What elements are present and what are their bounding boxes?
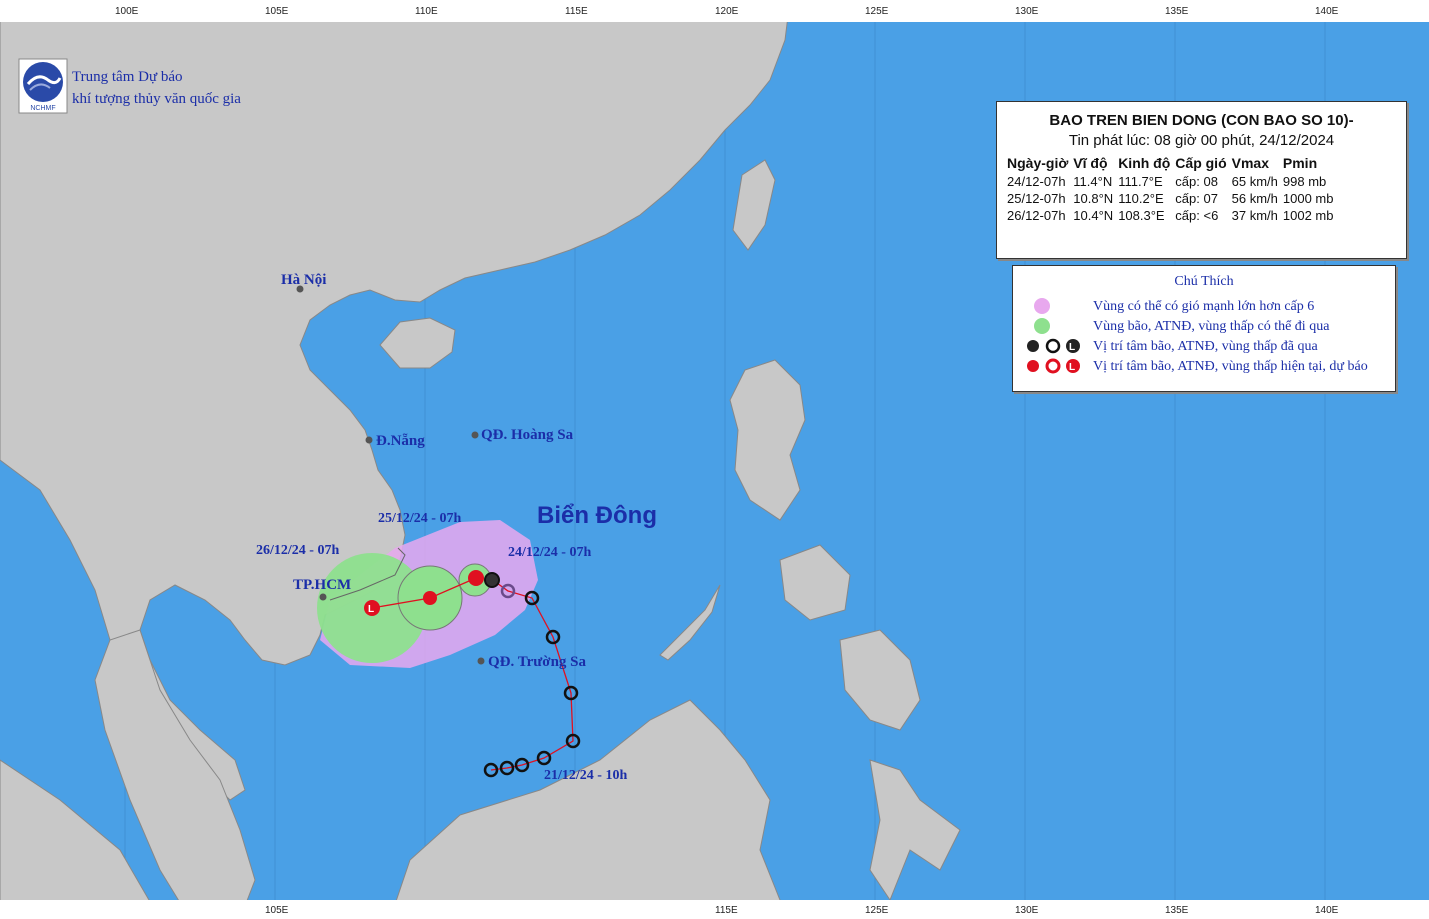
col-header: Ngày-giờ — [1007, 155, 1069, 171]
cell: 110.2°E — [1118, 191, 1164, 206]
track-label-25: 25/12/24 - 07h — [378, 511, 462, 526]
cell: 11.4°N — [1073, 174, 1113, 189]
legend-green-dot — [1034, 318, 1050, 334]
place-hoangsa: QĐ. Hoàng Sa — [481, 427, 574, 443]
legend-current-circle-icon — [1045, 358, 1061, 374]
current-position — [468, 570, 484, 586]
axis-top-130: 130E — [1015, 6, 1039, 17]
cell: cấp: <6 — [1175, 208, 1219, 223]
table-row: 26/12-07h 10.4°N 108.3°E cấp: <6 37 km/h… — [1007, 207, 1338, 224]
legend-item-current: Vị trí tâm bão, ATNĐ, vùng thấp hiện tại… — [1093, 359, 1368, 374]
cell: 56 km/h — [1231, 191, 1278, 206]
nchmf-logo: NCHMF — [18, 58, 68, 114]
axis-top-135: 135E — [1165, 6, 1189, 17]
axis-bottom-125: 125E — [865, 905, 889, 916]
legend-past-storm-icon — [1027, 340, 1039, 352]
forecast-position-25 — [423, 591, 437, 605]
axis-bottom-130: 130E — [1015, 905, 1039, 916]
track-label-21: 21/12/24 - 10h — [544, 768, 628, 783]
axis-top-105: 105E — [265, 6, 289, 17]
axis-bottom-105: 105E — [265, 905, 289, 916]
storm-info-box: BAO TREN BIEN DONG (CON BAO SO 10)- Tin … — [996, 101, 1407, 259]
legend-item-zone: Vùng bão, ATNĐ, vùng thấp có thể đi qua — [1093, 319, 1330, 334]
place-hcm: TP.HCM — [293, 577, 352, 593]
axis-bottom-115: 115E — [715, 905, 738, 916]
cell: 65 km/h — [1231, 174, 1278, 189]
legend-item-past: Vị trí tâm bão, ATNĐ, vùng thấp đã qua — [1093, 339, 1318, 354]
logo-text: NCHMF — [30, 105, 55, 112]
track-label-24: 24/12/24 - 07h — [508, 545, 592, 560]
axis-bottom-140: 140E — [1315, 905, 1339, 916]
axis-bottom-135: 135E — [1165, 905, 1189, 916]
info-title: BAO TREN BIEN DONG (CON BAO SO 10)- — [1049, 112, 1354, 129]
cell: cấp: 08 — [1175, 174, 1218, 189]
svg-text:L: L — [368, 604, 374, 615]
cell: 37 km/h — [1231, 208, 1278, 223]
axis-top-115: 115E — [565, 6, 588, 17]
legend-item-wind: Vùng có thể có gió mạnh lớn hơn cấp 6 — [1093, 299, 1315, 314]
place-hanoi: Hà Nội — [281, 272, 327, 288]
cell: 998 mb — [1282, 174, 1327, 189]
svg-text:L: L — [1069, 362, 1075, 373]
table-row: 24/12-07h 11.4°N 111.7°E cấp: 08 65 km/h… — [1007, 173, 1338, 190]
svg-text:L: L — [1069, 342, 1075, 353]
axis-top-125: 125E — [865, 6, 889, 17]
track-label-26: 26/12/24 - 07h — [256, 543, 340, 558]
table-row: 25/12-07h 10.8°N 110.2°E cấp: 07 56 km/h… — [1007, 190, 1338, 207]
legend-box: Chú Thích L L Vùng có thể có gió mạnh lớ… — [1012, 265, 1396, 392]
cell: 1000 mb — [1282, 191, 1334, 206]
info-issued: Tin phát lúc: 08 giờ 00 phút, 24/12/2024 — [1068, 132, 1335, 149]
cell: cấp: 07 — [1175, 191, 1218, 206]
past-position-recent — [484, 572, 500, 588]
axis-top-100: 100E — [115, 6, 139, 17]
col-header: Pmin — [1282, 155, 1318, 171]
legend-current-storm-icon — [1027, 360, 1039, 372]
axis-top-110: 110E — [415, 6, 438, 17]
org-line1: Trung tâm Dự báo — [72, 69, 183, 85]
cell: 25/12-07h — [1007, 191, 1066, 206]
cell: 24/12-07h — [1007, 174, 1066, 189]
info-header-row: Ngày-giờ Vĩ độ Kinh độ Cấp gió Vmax Pmin — [1007, 155, 1338, 173]
place-truongsa: QĐ. Trường Sa — [488, 654, 587, 670]
axis-top-140: 140E — [1315, 6, 1339, 17]
legend-past-circle-icon — [1045, 338, 1061, 354]
cell: 1002 mb — [1282, 208, 1334, 223]
cell: 10.8°N — [1073, 191, 1114, 206]
cell: 26/12-07h — [1007, 208, 1066, 223]
legend-symbols: L L — [1027, 298, 1080, 374]
legend-title: Chú Thích — [1174, 274, 1234, 289]
org-line2: khí tượng thủy văn quốc gia — [72, 91, 241, 107]
cell: 10.4°N — [1073, 208, 1114, 223]
cell: 108.3°E — [1118, 208, 1165, 223]
col-header: Vmax — [1231, 155, 1269, 171]
info-table: Ngày-giờ Vĩ độ Kinh độ Cấp gió Vmax Pmin… — [1007, 155, 1338, 224]
cell: 111.7°E — [1118, 174, 1163, 189]
place-danang: Đ.Nẵng — [376, 433, 425, 449]
axis-top-120: 120E — [715, 6, 739, 17]
sea-label: Biển Đông — [537, 502, 657, 529]
col-header: Kinh độ — [1118, 155, 1171, 171]
col-header: Cấp gió — [1175, 155, 1227, 171]
org-name: Trung tâm Dự báo khí tượng thủy văn quốc… — [72, 66, 241, 110]
col-header: Vĩ độ — [1073, 155, 1108, 171]
legend-pink-dot — [1034, 298, 1050, 314]
